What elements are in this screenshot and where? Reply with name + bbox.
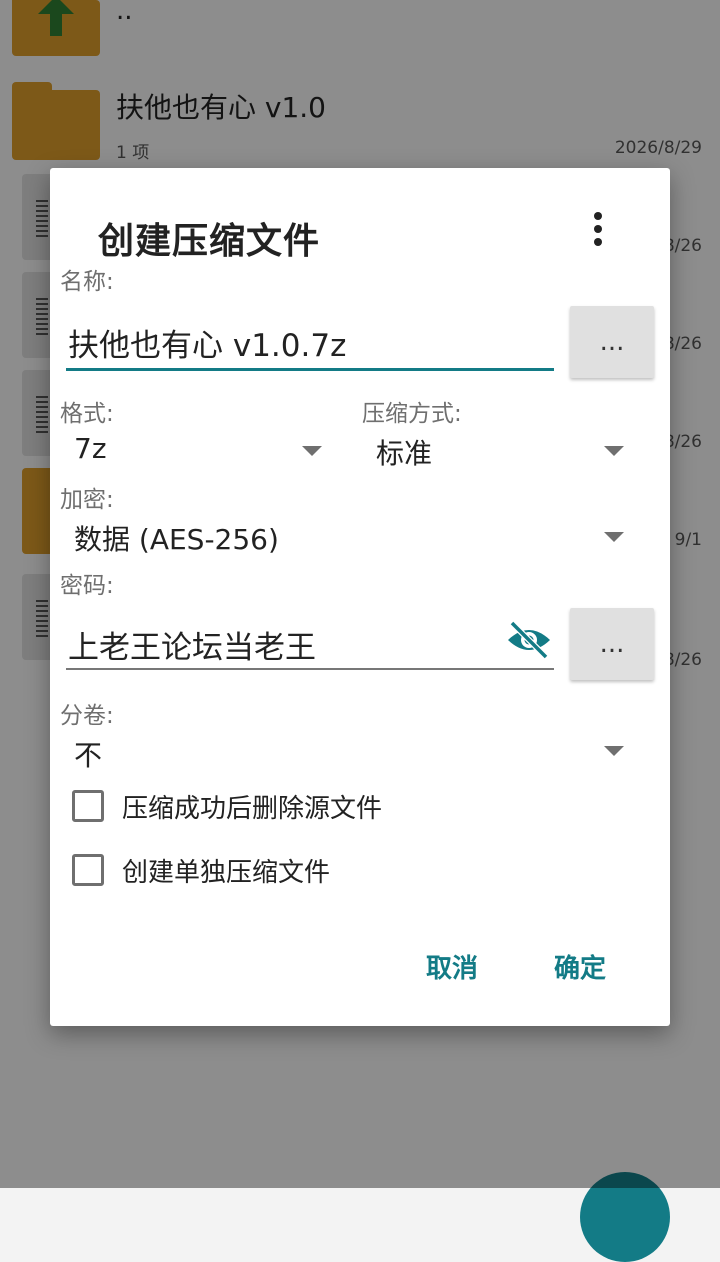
chevron-down-icon [604, 746, 624, 756]
separate-archive-checkbox[interactable] [72, 854, 104, 886]
chevron-down-icon [302, 446, 322, 456]
format-label: 格式: [60, 401, 114, 427]
separate-archive-label: 创建单独压缩文件 [122, 858, 331, 888]
name-input-underline [66, 368, 554, 371]
browse-button[interactable]: ... [570, 306, 654, 378]
chevron-down-icon [604, 446, 624, 456]
delete-after-label: 压缩成功后删除源文件 [122, 794, 383, 824]
password-input[interactable]: 上老王论坛当老王 [68, 622, 316, 667]
archive-name-input[interactable]: 扶他也有心 v1.0.7z [68, 320, 346, 365]
cancel-button[interactable]: 取消 [426, 948, 478, 985]
split-label: 分卷: [60, 703, 114, 729]
delete-after-checkbox[interactable] [72, 790, 104, 822]
compression-value: 标准 [376, 437, 433, 470]
password-label: 密码: [60, 573, 114, 599]
password-options-button[interactable]: ... [570, 608, 654, 680]
format-value: 7z [74, 432, 107, 465]
split-value: 不 [74, 739, 103, 772]
compression-label: 压缩方式: [362, 401, 462, 427]
chevron-down-icon [604, 532, 624, 542]
encryption-label: 加密: [60, 487, 114, 513]
more-options-icon[interactable] [590, 210, 606, 248]
encryption-value: 数据 (AES-256) [74, 523, 279, 556]
name-label: 名称: [60, 269, 114, 295]
visibility-off-icon[interactable] [506, 620, 552, 660]
create-archive-dialog: 创建压缩文件 名称: 扶他也有心 v1.0.7z ... 格式: 压缩方式: 7… [50, 168, 670, 1026]
ok-button[interactable]: 确定 [554, 948, 606, 985]
dialog-title: 创建压缩文件 [98, 221, 321, 262]
password-input-underline [66, 668, 554, 670]
